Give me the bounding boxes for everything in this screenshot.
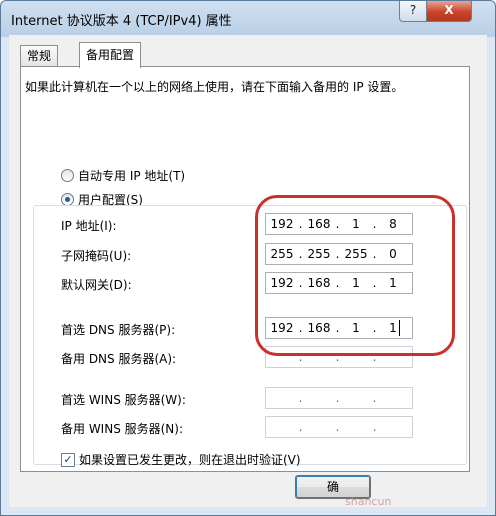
radio-auto-private-ip[interactable]: 自动专用 IP 地址(T) xyxy=(61,167,185,184)
default-gateway-label: 默认网关(D): xyxy=(61,278,132,292)
help-button[interactable]: ? xyxy=(399,1,427,22)
tab-general[interactable]: 常规 xyxy=(20,45,59,66)
validate-on-exit-label: 如果设置已发生更改，则在退出时验证(V) xyxy=(79,453,301,467)
tab-alternate-config[interactable]: 备用配置 xyxy=(79,42,142,68)
validate-on-exit-checkbox[interactable]: ✓ 如果设置已发生更改，则在退出时验证(V) xyxy=(61,451,301,468)
radio-auto-indicator[interactable] xyxy=(61,169,74,182)
preferred-dns-label: 首选 DNS 服务器(P): xyxy=(61,323,176,337)
checkmark-icon[interactable]: ✓ xyxy=(61,452,75,467)
dialog-window: Internet 协议版本 4 (TCP/IPv4) 属性 ? X 常规 备用配… xyxy=(0,0,496,516)
subnet-mask-label: 子网掩码(U): xyxy=(61,249,132,263)
preferred-wins-field[interactable]: . . . xyxy=(265,387,413,409)
title-bar[interactable]: Internet 协议版本 4 (TCP/IPv4) 属性 ? X xyxy=(1,1,495,35)
alternate-wins-label: 备用 WINS 服务器(N): xyxy=(61,422,184,436)
alternate-wins-field[interactable]: . . . xyxy=(265,416,413,438)
watermark-logo: shancun xyxy=(345,495,392,508)
intro-text: 如果此计算机在一个以上的网络上使用，请在下面输入备用的 IP 设置。 xyxy=(25,80,404,94)
close-button[interactable]: X xyxy=(426,1,472,22)
preferred-wins-label: 首选 WINS 服务器(W): xyxy=(61,393,186,407)
highlight-annotation xyxy=(255,195,455,356)
window-title: Internet 协议版本 4 (TCP/IPv4) 属性 xyxy=(11,14,232,29)
ip-address-label: IP 地址(I): xyxy=(61,219,117,233)
dialog-client: 常规 备用配置 如果此计算机在一个以上的网络上使用，请在下面输入备用的 IP 设… xyxy=(9,35,487,508)
tab-panel: 如果此计算机在一个以上的网络上使用，请在下面输入备用的 IP 设置。 自动专用 … xyxy=(20,66,470,472)
radio-auto-label: 自动专用 IP 地址(T) xyxy=(78,169,186,183)
alternate-dns-label: 备用 DNS 服务器(A): xyxy=(61,352,177,366)
